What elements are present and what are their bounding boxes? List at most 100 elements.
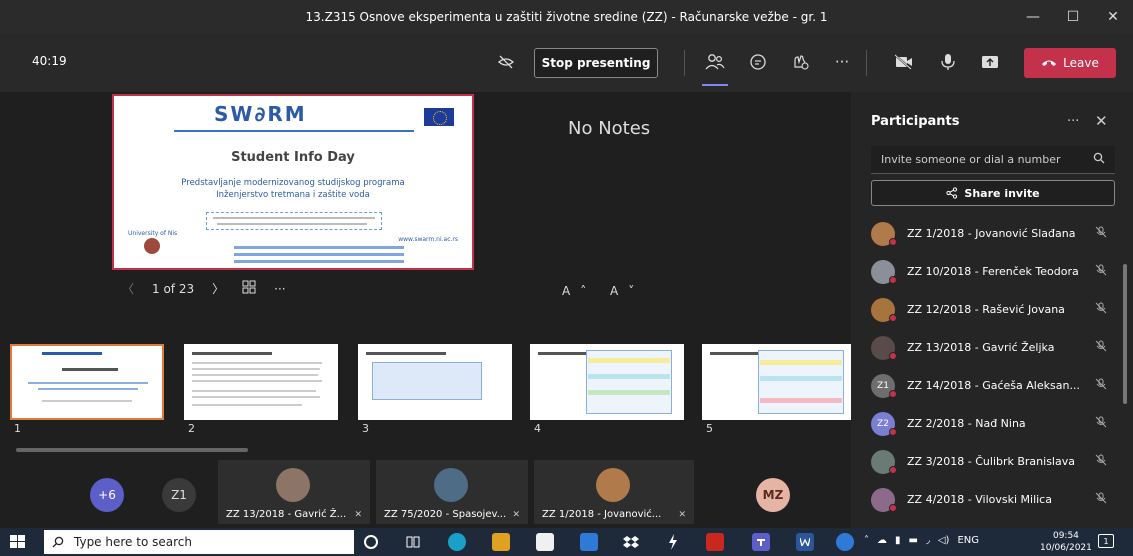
- slide-headline: Student Info Day: [231, 150, 355, 165]
- share-invite-button[interactable]: Share invite: [871, 180, 1115, 206]
- panel-more-button[interactable]: ···: [1067, 114, 1079, 129]
- thumbnail-number: 5: [706, 422, 713, 435]
- slide-thumbnail[interactable]: [184, 344, 338, 420]
- store-icon[interactable]: [536, 533, 554, 551]
- list-item[interactable]: ZZ 4/2018 - Vilovski Milica: [851, 482, 1133, 518]
- mic-off-icon: [1095, 416, 1107, 431]
- share-icon: [946, 187, 958, 199]
- stop-presenting-button[interactable]: Stop presenting: [534, 48, 658, 78]
- thumbnail-number: 3: [362, 422, 369, 435]
- mic-off-icon: [1095, 340, 1107, 355]
- participants-icon[interactable]: [703, 50, 727, 74]
- presence-dot: [889, 390, 897, 398]
- avatar[interactable]: MZ: [756, 478, 790, 512]
- mic-off-icon: [1095, 302, 1107, 317]
- dropbox-icon[interactable]: [622, 533, 640, 551]
- list-item[interactable]: ZZ 13/2018 - Gavrić Željka: [851, 330, 1133, 366]
- video-tile[interactable]: ZZ 1/2018 - Jovanović... ✕: [534, 460, 694, 524]
- usb-icon[interactable]: ▮: [895, 535, 901, 546]
- camera-off-icon[interactable]: [892, 50, 916, 74]
- close-button[interactable]: ✕: [1093, 9, 1133, 25]
- meeting-control-bar: 40:19 Stop presenting ··· Leave: [0, 34, 1133, 92]
- leave-button[interactable]: Leave: [1024, 48, 1116, 78]
- invite-placeholder: Invite someone or dial a number: [881, 153, 1061, 166]
- microphone-icon[interactable]: [936, 50, 960, 74]
- chat-icon[interactable]: [746, 50, 770, 74]
- share-tray-icon[interactable]: [978, 50, 1002, 74]
- winamp-icon[interactable]: [664, 533, 682, 551]
- no-notes-label: No Notes: [568, 118, 651, 139]
- taskbar-clock[interactable]: 09:54 10/06/2021: [1040, 530, 1092, 554]
- taskbar-search-input[interactable]: Type here to search: [44, 530, 354, 554]
- presence-dot: [889, 314, 897, 322]
- panel-close-button[interactable]: ✕: [1095, 112, 1108, 130]
- mic-off-icon: [1095, 264, 1107, 279]
- mail-icon[interactable]: [580, 533, 598, 551]
- slide-footer-text: [234, 246, 404, 266]
- maximize-button[interactable]: ☐: [1053, 9, 1093, 25]
- panel-scrollbar[interactable]: [1123, 264, 1127, 404]
- participant-name: ZZ 10/2018 - Ferenček Teodora: [907, 265, 1079, 278]
- tile-participant-name: ZZ 1/2018 - Jovanović...: [542, 509, 662, 520]
- participants-active-indicator: [702, 84, 728, 86]
- list-item[interactable]: ZZ 10/2018 - Ferenček Teodora: [851, 254, 1133, 290]
- more-actions-button[interactable]: ···: [830, 50, 854, 74]
- slide-thumbnail[interactable]: [358, 344, 512, 420]
- list-item[interactable]: ZZ 1/2018 - Jovanović Slađana: [851, 216, 1133, 252]
- list-item[interactable]: Z2 ZZ 2/2018 - Nađ Nina: [851, 406, 1133, 442]
- control-divider: [684, 50, 685, 76]
- page-indicator: 1 of 23: [152, 281, 195, 296]
- grid-view-icon[interactable]: [242, 280, 256, 297]
- participant-strip: +6 Z1 ZZ 13/2018 - Gavrić Ž... ✕ ZZ 75/2…: [0, 452, 851, 528]
- panel-title: Participants: [871, 114, 960, 129]
- font-size-controls[interactable]: A˄ A˅: [562, 284, 644, 298]
- overflow-participants-badge[interactable]: +6: [90, 478, 124, 512]
- list-item[interactable]: ZZ 12/2018 - Rašević Jovana: [851, 292, 1133, 328]
- presence-dot: [889, 466, 897, 474]
- slide-thumbnail[interactable]: [530, 344, 684, 420]
- avatar: [276, 468, 310, 502]
- windows-start-icon[interactable]: [10, 535, 26, 549]
- eu-flag-icon: [424, 108, 454, 126]
- eye-off-icon[interactable]: [494, 50, 518, 74]
- invite-search-input[interactable]: Invite someone or dial a number: [871, 146, 1115, 174]
- wifi-icon[interactable]: ◞: [926, 535, 930, 546]
- next-slide-button[interactable]: 〉: [212, 280, 224, 297]
- help-icon[interactable]: [836, 533, 854, 551]
- participant-name: ZZ 1/2018 - Jovanović Slađana: [907, 227, 1076, 240]
- office-icon[interactable]: [706, 533, 724, 551]
- list-item[interactable]: ZZ 3/2018 - Čulibrk Branislava: [851, 444, 1133, 480]
- mic-off-icon: [1095, 492, 1107, 507]
- slide-thumbnail[interactable]: [702, 344, 856, 420]
- avatar[interactable]: Z1: [162, 478, 196, 512]
- presenter-view: SW∂RM Student Info Day Predstavljanje mo…: [0, 92, 856, 452]
- minimize-button[interactable]: —: [1013, 9, 1053, 25]
- slide-thumbnail[interactable]: [10, 344, 164, 420]
- mic-off-icon: ✕: [512, 510, 520, 520]
- file-explorer-icon[interactable]: [492, 533, 510, 551]
- volume-icon[interactable]: ◁): [938, 535, 950, 546]
- participant-name: ZZ 14/2018 - Gaćeša Aleksan...: [907, 379, 1080, 392]
- avatar: [434, 468, 468, 502]
- task-view-icon[interactable]: [404, 533, 422, 551]
- cloud-icon[interactable]: ☁: [877, 535, 887, 546]
- reactions-icon[interactable]: [788, 50, 812, 74]
- presence-dot: [889, 238, 897, 246]
- participant-name: ZZ 12/2018 - Rašević Jovana: [907, 303, 1065, 316]
- cortana-icon[interactable]: [364, 535, 378, 549]
- participant-name: ZZ 4/2018 - Vilovski Milica: [907, 493, 1052, 506]
- chevron-up-icon[interactable]: ˄: [864, 535, 869, 546]
- language-indicator[interactable]: ENG: [957, 535, 979, 546]
- word-icon[interactable]: [796, 533, 814, 551]
- video-tile[interactable]: ZZ 13/2018 - Gavrić Ž... ✕: [218, 460, 370, 524]
- previous-slide-button[interactable]: 〈: [122, 280, 134, 297]
- battery-icon[interactable]: ▬: [909, 535, 918, 546]
- teams-icon[interactable]: [752, 533, 770, 551]
- notifications-badge[interactable]: 1: [1098, 534, 1114, 548]
- current-slide[interactable]: SW∂RM Student Info Day Predstavljanje mo…: [112, 94, 474, 270]
- slide-more-button[interactable]: ···: [274, 282, 285, 296]
- list-item[interactable]: Z1 ZZ 14/2018 - Gaćeša Aleksan...: [851, 368, 1133, 404]
- video-tile[interactable]: ZZ 75/2020 - Spasojev... ✕: [376, 460, 528, 524]
- mic-off-icon: [1095, 226, 1107, 241]
- edge-browser-icon[interactable]: [448, 533, 466, 551]
